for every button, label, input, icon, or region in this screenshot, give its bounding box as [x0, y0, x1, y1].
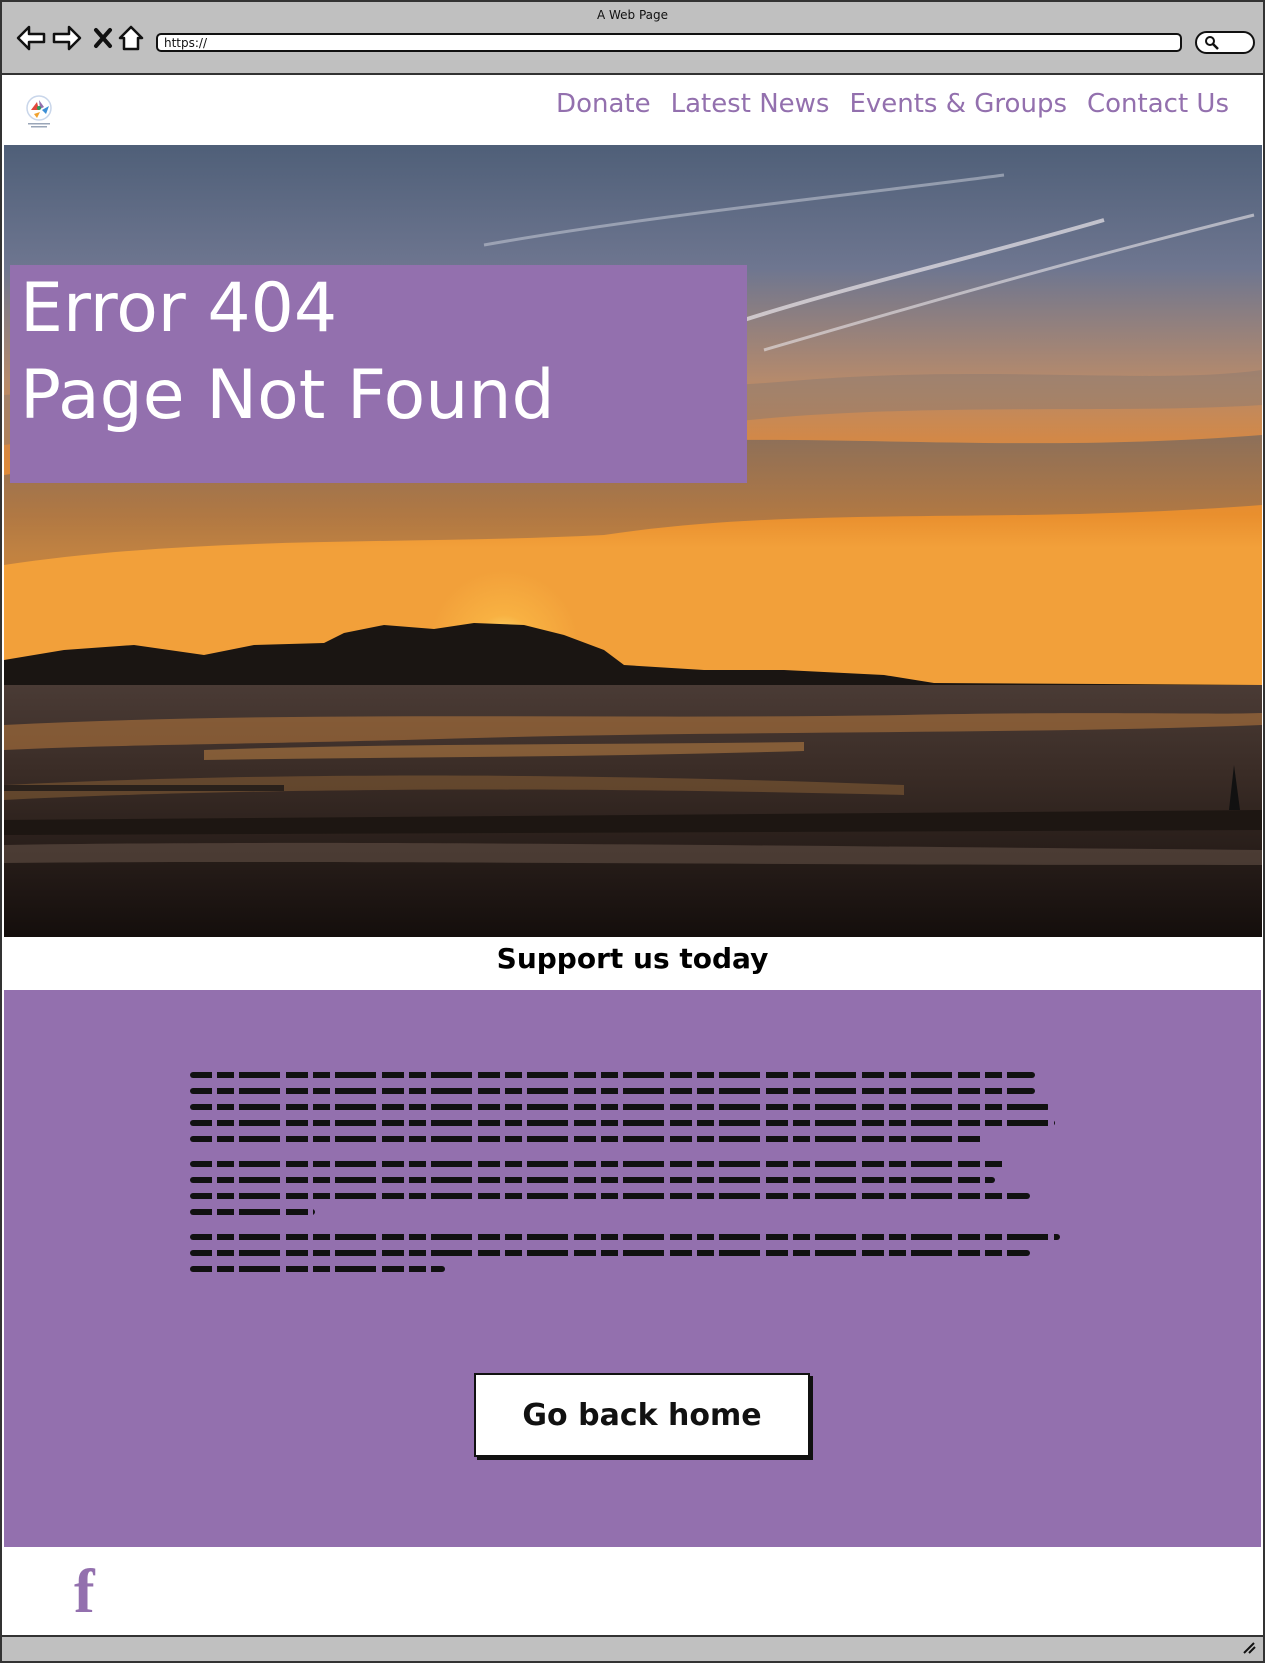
error-heading: Error 404 Page Not Found: [10, 265, 747, 439]
nav-donate[interactable]: Donate: [556, 89, 651, 119]
facebook-icon[interactable]: f: [74, 1557, 95, 1627]
browser-chrome: A Web Page https://: [2, 2, 1263, 75]
browser-window: A Web Page https:// Donate Latest News E…: [0, 0, 1265, 1663]
status-bar: [2, 1635, 1263, 1661]
back-arrow-icon[interactable]: [16, 22, 46, 54]
nav-events-groups[interactable]: Events & Groups: [849, 89, 1067, 119]
browser-search[interactable]: [1195, 31, 1255, 54]
logo[interactable]: [22, 92, 56, 130]
window-title: A Web Page: [596, 8, 669, 22]
url-input[interactable]: https://: [156, 33, 1182, 52]
main-nav: Donate Latest News Events & Groups Conta…: [556, 89, 1229, 119]
home-icon[interactable]: [116, 22, 146, 54]
close-icon[interactable]: [88, 22, 118, 54]
hero-banner: Error 404 Page Not Found: [4, 145, 1262, 937]
nav-latest-news[interactable]: Latest News: [671, 89, 830, 119]
nav-contact-us[interactable]: Contact Us: [1087, 89, 1229, 119]
support-panel: Go back home: [4, 990, 1261, 1547]
placeholder-paragraph-2: [190, 1161, 1070, 1225]
site-header: Donate Latest News Events & Groups Conta…: [4, 75, 1263, 145]
error-message: Page Not Found: [20, 356, 555, 435]
support-heading: Support us today: [496, 942, 769, 975]
placeholder-paragraph-3: [190, 1234, 1070, 1282]
site-footer: f: [4, 1547, 1261, 1639]
search-icon: [1204, 35, 1220, 55]
error-code: Error 404: [20, 269, 338, 348]
go-back-home-button[interactable]: Go back home: [474, 1373, 810, 1457]
resize-grip-icon[interactable]: [1241, 1639, 1257, 1658]
error-banner: Error 404 Page Not Found: [10, 265, 747, 483]
sunset-beach-image: [4, 145, 1262, 937]
forward-arrow-icon[interactable]: [52, 22, 82, 54]
placeholder-paragraph-1: [190, 1072, 1070, 1152]
